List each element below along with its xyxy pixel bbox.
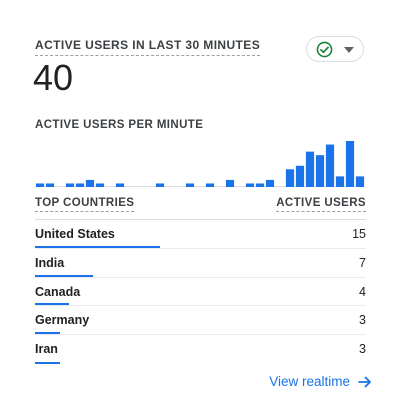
country-share-bar xyxy=(35,332,60,335)
chart-bar-minute-31[interactable] xyxy=(335,176,345,187)
check-circle-icon xyxy=(316,41,333,58)
chart-bar-minute-6[interactable] xyxy=(85,179,95,187)
country-name: Canada xyxy=(35,284,81,299)
table-header: TOP COUNTRIES ACTIVE USERS xyxy=(35,197,366,220)
country-count: 3 xyxy=(359,342,366,357)
table-row: Iran 3 xyxy=(35,335,366,364)
chart-bar-minute-2[interactable] xyxy=(45,183,55,187)
country-count: 7 xyxy=(359,255,366,270)
chart-bar-minute-32[interactable] xyxy=(345,141,355,187)
table-row: Canada 4 xyxy=(35,278,366,307)
chart-bar-minute-20[interactable] xyxy=(225,179,235,187)
chart-bar-minute-26[interactable] xyxy=(285,169,295,187)
table-row: United States 15 xyxy=(35,220,366,249)
chart-bar-minute-23[interactable] xyxy=(255,183,265,187)
country-count: 4 xyxy=(359,284,366,299)
view-realtime-link[interactable]: View realtime xyxy=(269,374,372,389)
country-name: Iran xyxy=(35,342,58,357)
realtime-card: ACTIVE USERS IN LAST 30 MINUTES 40 ACTIV… xyxy=(0,0,400,418)
chart-bar-minute-28[interactable] xyxy=(305,151,315,187)
country-count: 3 xyxy=(359,313,366,328)
chart-bar-minute-16[interactable] xyxy=(185,183,195,187)
arrow-right-icon xyxy=(358,376,371,387)
country-name: United States xyxy=(35,227,115,241)
chart-bar-minute-22[interactable] xyxy=(245,183,255,187)
table-row: India 7 xyxy=(35,249,366,278)
col-header-country[interactable]: TOP COUNTRIES xyxy=(35,197,135,212)
country-share-bar xyxy=(35,303,69,306)
table-row: Germany 3 xyxy=(35,306,366,336)
country-count: 15 xyxy=(352,227,366,241)
status-dropdown-button[interactable] xyxy=(306,36,364,62)
active-users-per-minute-chart xyxy=(35,141,365,187)
chart-bar-minute-24[interactable] xyxy=(265,179,275,187)
caret-down-icon xyxy=(344,47,354,53)
chart-bar-minute-9[interactable] xyxy=(115,183,125,187)
chart-bar-minute-7[interactable] xyxy=(95,183,105,187)
active-users-value: 40 xyxy=(33,57,74,98)
card-title[interactable]: ACTIVE USERS IN LAST 30 MINUTES xyxy=(35,38,261,56)
country-share-bar xyxy=(35,361,60,364)
col-header-users[interactable]: ACTIVE USERS xyxy=(276,197,366,212)
chart-bar-minute-18[interactable] xyxy=(205,183,215,187)
chart-bar-minute-30[interactable] xyxy=(325,144,335,187)
country-table: United States 15 India 7 Canada 4 German… xyxy=(35,220,366,364)
view-realtime-label: View realtime xyxy=(269,374,350,389)
chart-bar-minute-1[interactable] xyxy=(35,183,45,187)
chart-bar-minute-13[interactable] xyxy=(155,183,165,187)
chart-subtitle: ACTIVE USERS PER MINUTE xyxy=(35,119,204,131)
country-name: India xyxy=(35,255,65,270)
chart-bar-minute-27[interactable] xyxy=(295,165,305,187)
country-share-bar xyxy=(35,274,93,277)
country-name: Germany xyxy=(35,313,90,328)
chart-bar-minute-5[interactable] xyxy=(75,183,85,187)
chart-bar-minute-33[interactable] xyxy=(355,176,365,187)
chart-bar-minute-4[interactable] xyxy=(65,183,75,187)
chart-bar-minute-29[interactable] xyxy=(315,155,325,187)
country-share-bar xyxy=(35,245,160,248)
